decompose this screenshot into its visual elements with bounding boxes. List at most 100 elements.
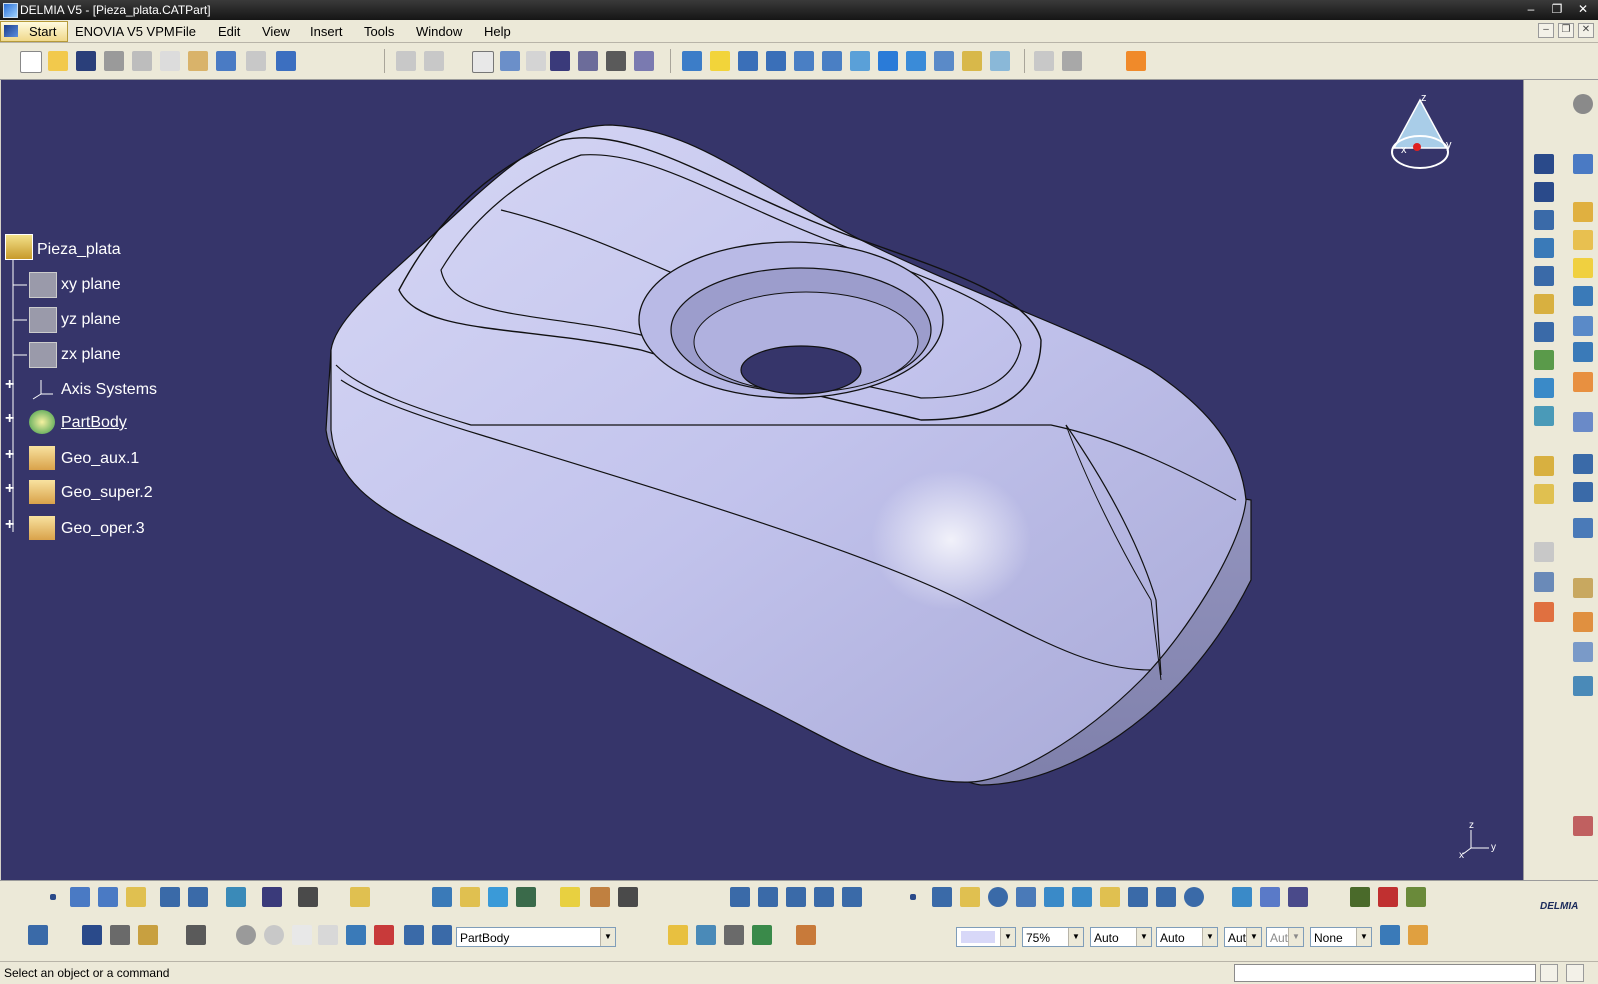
menu-view[interactable]: View (262, 24, 290, 39)
fillet-icon[interactable] (1534, 378, 1554, 398)
sketch-icon[interactable] (1573, 154, 1593, 174)
record-icon[interactable] (1378, 887, 1398, 907)
text-annotation-icon[interactable] (1534, 542, 1554, 562)
print-icon[interactable] (104, 51, 124, 71)
extract-icon[interactable] (842, 887, 862, 907)
line-weight-select[interactable]: Auto ▼ (1090, 927, 1152, 947)
menu-insert[interactable]: Insert (310, 24, 343, 39)
3d-viewport[interactable]: z x y z x y Pieza_plata xy plane yz plan… (1, 80, 1523, 880)
chevron-down-icon[interactable]: ▼ (1202, 928, 1217, 946)
capture-icon[interactable] (186, 925, 206, 945)
cut-icon[interactable] (132, 51, 152, 71)
power-input-icon[interactable] (1566, 964, 1584, 982)
helix-icon[interactable] (1156, 887, 1176, 907)
gear-icon[interactable] (724, 925, 744, 945)
map-icon[interactable] (696, 925, 716, 945)
snap-icon[interactable] (346, 925, 366, 945)
render-style-select[interactable]: None ▼ (1310, 927, 1372, 947)
menu-enovia[interactable]: ENOVIA V5 VPM (75, 24, 175, 39)
help-cursor-icon[interactable] (1288, 887, 1308, 907)
expand-icon[interactable]: + (5, 376, 14, 394)
lock-icon[interactable] (606, 51, 626, 71)
zoom-out-icon[interactable] (822, 51, 842, 71)
chevron-down-icon[interactable]: ▼ (1356, 928, 1371, 946)
tree-item-partbody[interactable]: PartBody (61, 414, 127, 432)
paste-body-icon[interactable] (188, 887, 208, 907)
fly-mode-icon[interactable] (682, 51, 702, 71)
tree-item-geo-oper[interactable]: Geo_oper.3 (61, 520, 145, 538)
join-icon[interactable] (226, 887, 246, 907)
measure-between-icon[interactable] (82, 925, 102, 945)
new-file-icon[interactable] (20, 51, 42, 73)
current-body-select[interactable]: PartBody ▼ (456, 927, 616, 947)
surface-icon[interactable] (126, 887, 146, 907)
multi-view-icon[interactable] (878, 51, 898, 71)
thickness-icon[interactable] (1573, 454, 1593, 474)
cube-icon[interactable] (618, 887, 638, 907)
zoom-in-icon[interactable] (794, 51, 814, 71)
ruler-icon[interactable] (404, 925, 424, 945)
compass-icon[interactable]: z x y (1386, 90, 1466, 180)
doc-close-icon[interactable]: ✕ (1578, 23, 1594, 38)
layer-select[interactable]: Aut ▼ (1224, 927, 1262, 947)
refresh-icon[interactable] (236, 925, 256, 945)
pad-icon[interactable] (1534, 154, 1554, 174)
paste-icon[interactable] (188, 51, 208, 71)
slot-icon[interactable] (1534, 294, 1554, 314)
revolve-icon[interactable] (1573, 230, 1593, 250)
sew-surface-icon[interactable] (1534, 484, 1554, 504)
quick-select-icon[interactable] (28, 925, 48, 945)
color-select[interactable]: ▼ (956, 927, 1016, 947)
minimize-icon[interactable]: – (1522, 2, 1540, 16)
chevron-down-icon[interactable]: ▼ (1000, 928, 1015, 946)
reflect-line-icon[interactable] (1072, 887, 1092, 907)
undo-icon[interactable] (216, 51, 236, 71)
sweep-icon[interactable] (758, 887, 778, 907)
tree-item-geo-super[interactable]: Geo_super.2 (61, 484, 153, 502)
doc-restore-icon[interactable]: ❐ (1558, 23, 1574, 38)
tree-root-pieza-plata[interactable]: Pieza_plata (37, 241, 121, 259)
grid-icon[interactable] (262, 887, 282, 907)
save-icon[interactable] (76, 51, 96, 71)
shell-icon[interactable] (1573, 412, 1593, 432)
tree-structure-icon[interactable] (578, 51, 598, 71)
copy-icon[interactable] (160, 51, 180, 71)
doc-minimize-icon[interactable]: – (1538, 23, 1554, 38)
instantiate-icon[interactable] (1260, 887, 1280, 907)
select-arrow-icon[interactable] (1126, 51, 1146, 71)
copy-body-icon[interactable] (160, 887, 180, 907)
cylinder-tool-icon[interactable] (560, 887, 580, 907)
intersection-icon[interactable] (1100, 887, 1120, 907)
swap-visible-icon[interactable] (990, 51, 1010, 71)
replay-icon[interactable] (396, 51, 416, 71)
fit-all-icon[interactable] (710, 51, 730, 71)
curve-icon[interactable] (98, 887, 118, 907)
analysis-icon[interactable] (1573, 816, 1593, 836)
reorder-icon[interactable] (634, 51, 654, 71)
iso-view-icon[interactable] (906, 51, 926, 71)
render-icon[interactable] (1350, 887, 1370, 907)
line-icon[interactable] (932, 887, 952, 907)
eraser-icon[interactable] (488, 887, 508, 907)
chevron-down-icon[interactable]: ▼ (600, 928, 615, 946)
menu-tools[interactable]: Tools (364, 24, 394, 39)
start-menu-button[interactable]: Start (0, 21, 68, 42)
point-icon[interactable] (1573, 342, 1593, 362)
flag-note-icon[interactable] (1534, 572, 1554, 592)
chevron-down-icon[interactable]: ▼ (1246, 928, 1261, 946)
pocket-icon[interactable] (1534, 182, 1554, 202)
normal-view-icon[interactable] (850, 51, 870, 71)
tree-item-yz-plane[interactable]: yz plane (61, 311, 121, 329)
rotate-icon[interactable] (766, 51, 786, 71)
menu-edit[interactable]: Edit (218, 24, 240, 39)
boolean-intersect-icon[interactable] (1573, 642, 1593, 662)
shaft-icon[interactable] (1534, 210, 1554, 230)
chamfer-icon[interactable] (1573, 372, 1593, 392)
sphere-icon[interactable] (1573, 258, 1593, 278)
multi-section-icon[interactable] (1534, 350, 1554, 370)
brush-icon[interactable] (796, 925, 816, 945)
offset-surface-icon[interactable] (460, 887, 480, 907)
plane-tool-icon[interactable] (960, 887, 980, 907)
axis-tool-icon[interactable] (292, 925, 312, 945)
corner-icon[interactable] (786, 887, 806, 907)
